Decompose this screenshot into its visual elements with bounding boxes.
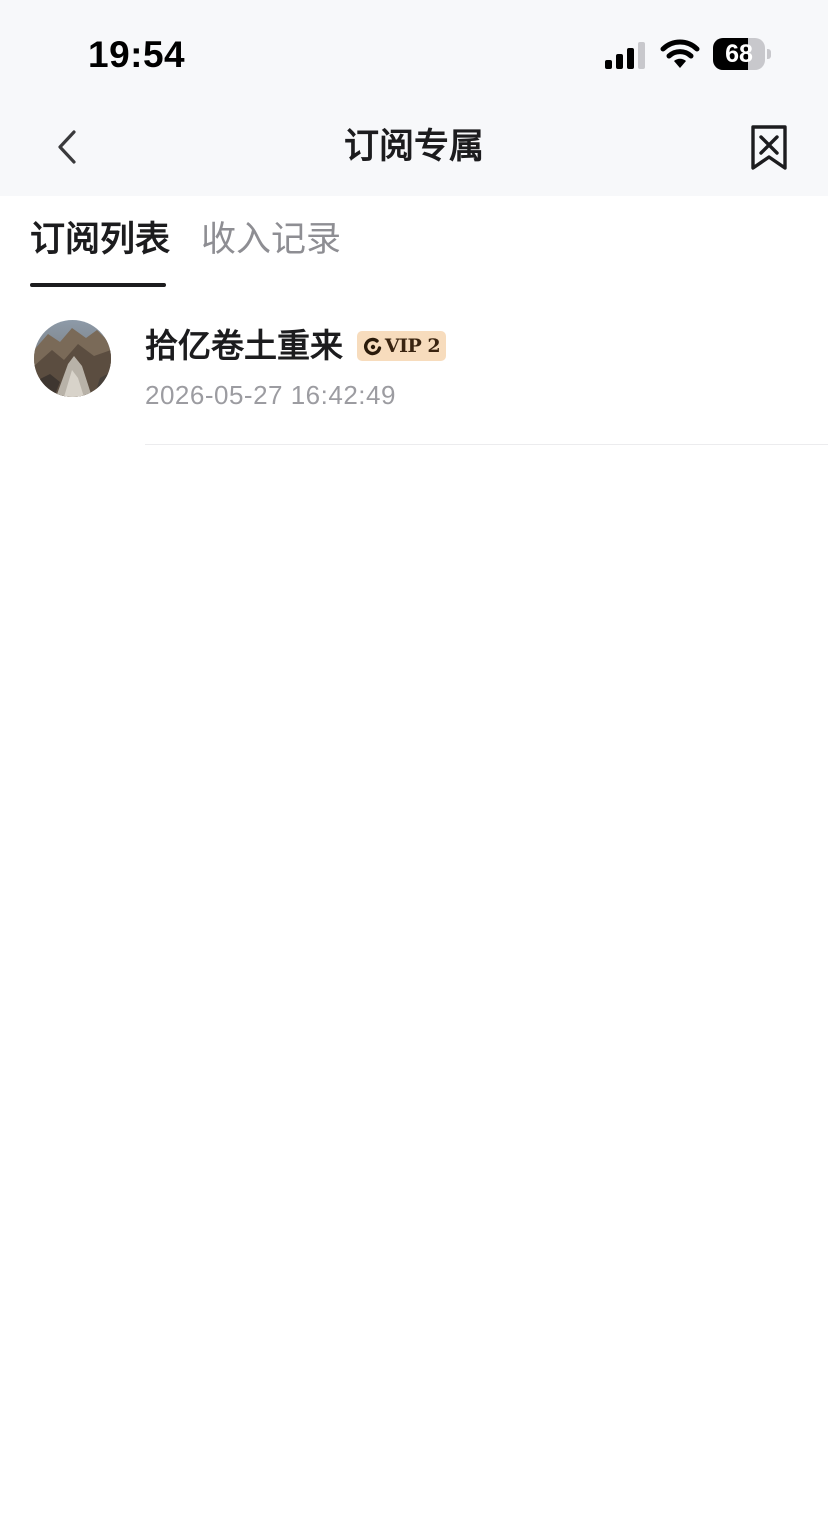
- list-divider: [145, 444, 828, 445]
- tab-bar: 订阅列表 收入记录: [0, 196, 828, 288]
- subscription-list-item[interactable]: 拾亿卷土重来 VIP 2 2026-05-27 16:42:49: [0, 300, 828, 446]
- battery-cap: [767, 49, 771, 59]
- active-tab-indicator: [30, 283, 166, 287]
- vip-level-text: VIP 2: [384, 335, 441, 357]
- page-title: 订阅专属: [343, 127, 484, 167]
- subscriber-name: 拾亿卷土重来: [145, 326, 343, 365]
- top-bar: 19:54 68 订阅专属: [0, 0, 828, 196]
- tab-subscription-list[interactable]: 订阅列表: [30, 216, 170, 264]
- battery-indicator: 68: [713, 38, 765, 70]
- status-time: 19:54: [88, 34, 186, 75]
- avatar[interactable]: [34, 320, 111, 397]
- vip-level-badge: VIP 2: [357, 331, 446, 361]
- subscription-timestamp: 2026-05-27 16:42:49: [145, 380, 396, 410]
- vip-crescent-icon: [363, 337, 382, 356]
- avatar-image: [34, 320, 111, 397]
- wifi-icon: [660, 39, 700, 68]
- tab-income-records[interactable]: 收入记录: [201, 216, 341, 264]
- cellular-signal-icon: [605, 42, 645, 69]
- bookmark-x-icon[interactable]: [748, 122, 790, 172]
- battery-level-text: 68: [725, 40, 753, 68]
